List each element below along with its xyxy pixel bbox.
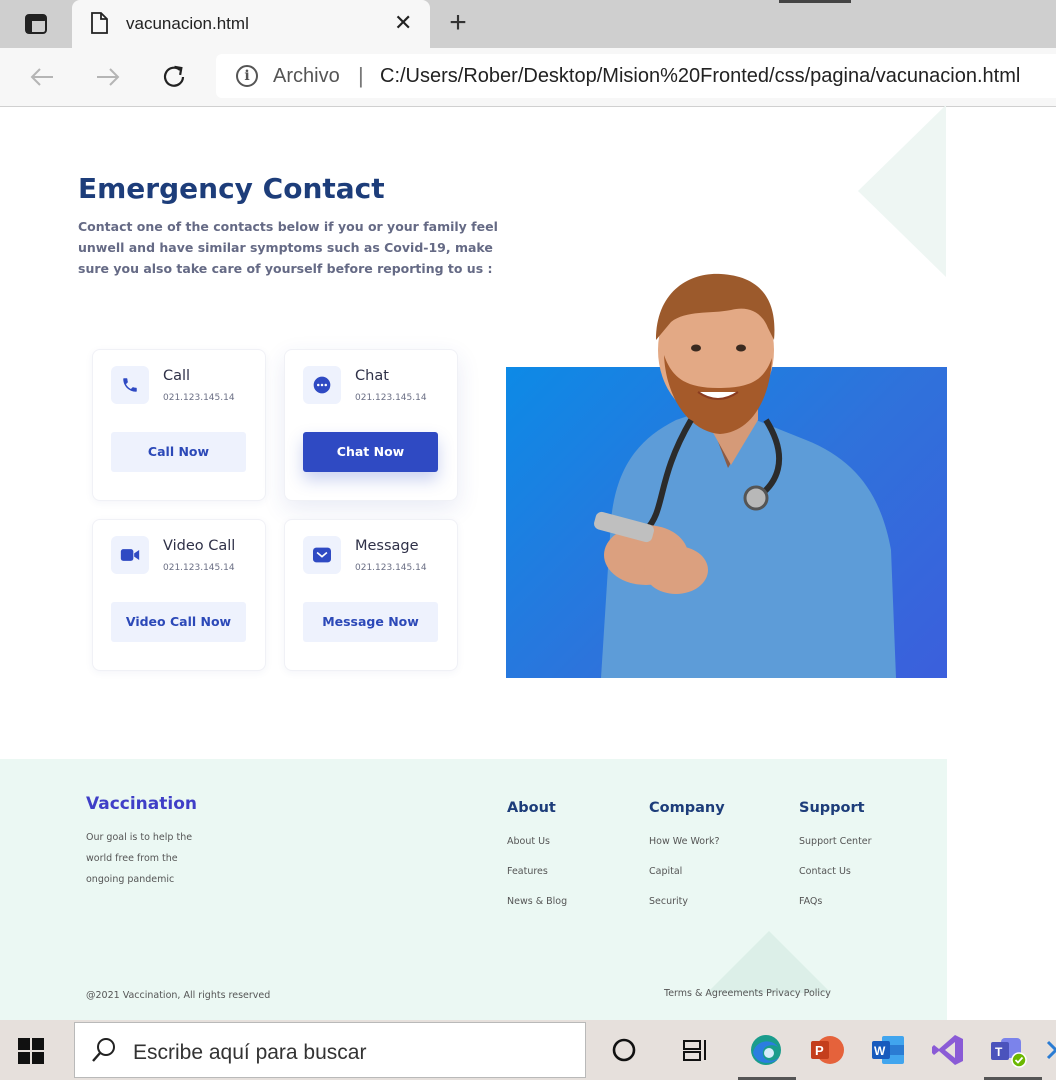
decorative-triangle — [707, 931, 831, 993]
info-icon[interactable]: i — [236, 65, 258, 87]
card-phone: 021.123.145.14 — [163, 563, 235, 573]
chat-icon — [303, 366, 341, 404]
forward-arrow-icon[interactable] — [90, 60, 126, 94]
video-icon — [111, 536, 149, 574]
browser-nav-bar: i Archivo | C:/Users/Rober/Desktop/Misio… — [0, 48, 1056, 107]
footer-link-contact-us[interactable]: Contact Us — [799, 866, 851, 877]
page-title: Emergency Contact — [78, 172, 385, 205]
tagline-line: ongoing pandemic — [86, 874, 175, 885]
browser-tab[interactable]: vacunacion.html ✕ — [72, 0, 430, 48]
chat-now-button[interactable]: Chat Now — [303, 432, 438, 472]
tab-actions-icon[interactable] — [14, 10, 58, 38]
footer-link-support-center[interactable]: Support Center — [799, 836, 872, 847]
card-title: Call — [163, 368, 191, 384]
url-text[interactable]: C:/Users/Rober/Desktop/Mision%20Fronted/… — [380, 65, 1020, 88]
card-title: Chat — [355, 368, 389, 384]
doctor-image — [594, 273, 896, 678]
card-phone: 021.123.145.14 — [355, 563, 427, 573]
tab-indicator — [779, 0, 851, 3]
footer-link-capital[interactable]: Capital — [649, 866, 682, 877]
page-description: Contact one of the contacts below if you… — [78, 219, 498, 276]
svg-text:W: W — [874, 1044, 886, 1058]
url-separator: | — [358, 63, 364, 88]
svg-text:T: T — [995, 1045, 1003, 1059]
windows-start-icon[interactable] — [18, 1038, 44, 1064]
document-icon — [90, 12, 108, 39]
contact-card-message: Message 021.123.145.14 Message Now — [284, 519, 458, 671]
svg-text:P: P — [815, 1043, 824, 1058]
legal-links[interactable]: Terms & Agreements Privacy Policy — [664, 988, 831, 999]
footer-link-news-blog[interactable]: News & Blog — [507, 896, 567, 907]
footer-brand: Vaccination — [86, 794, 197, 814]
footer-link-security[interactable]: Security — [649, 896, 688, 907]
footer-heading-about: About — [507, 800, 556, 816]
phone-icon — [111, 366, 149, 404]
tagline-line: Our goal is to help the — [86, 832, 193, 843]
taskbar: Escribe aquí para buscar P W T — [0, 1020, 1056, 1080]
teams-icon[interactable]: T — [987, 1030, 1029, 1070]
task-view-icon[interactable] — [675, 1030, 717, 1070]
new-tab-icon[interactable]: + — [444, 8, 472, 40]
call-now-button[interactable]: Call Now — [111, 432, 246, 472]
edge-icon[interactable] — [745, 1030, 787, 1070]
card-title: Message — [355, 538, 419, 554]
video-call-now-button[interactable]: Video Call Now — [111, 602, 246, 642]
decorative-triangle — [858, 105, 946, 277]
contact-card-call: Call 021.123.145.14 Call Now — [92, 349, 266, 501]
card-phone: 021.123.145.14 — [163, 393, 235, 403]
card-phone: 021.123.145.14 — [355, 393, 427, 403]
contact-card-chat: Chat 021.123.145.14 Chat Now — [284, 349, 458, 501]
footer-link-faqs[interactable]: FAQs — [799, 896, 822, 907]
card-title: Video Call — [163, 538, 236, 554]
footer-tagline: Our goal is to help the world free from … — [86, 827, 206, 890]
footer: Vaccination Our goal is to help the worl… — [0, 759, 947, 1021]
contact-card-video-call: Video Call 021.123.145.14 Video Call Now — [92, 519, 266, 671]
refresh-icon[interactable] — [156, 60, 192, 94]
url-scheme-label: Archivo — [273, 65, 340, 87]
copyright-text: @2021 Vaccination, All rights reserved — [86, 990, 271, 1001]
address-bar[interactable]: i Archivo | C:/Users/Rober/Desktop/Misio… — [216, 54, 1056, 98]
footer-heading-support: Support — [799, 800, 865, 816]
powerpoint-icon[interactable]: P — [806, 1030, 848, 1070]
word-icon[interactable]: W — [867, 1030, 909, 1070]
taskbar-search-box[interactable]: Escribe aquí para buscar — [74, 1022, 586, 1078]
footer-link-about-us[interactable]: About Us — [507, 836, 550, 847]
cortana-icon[interactable] — [603, 1030, 645, 1070]
search-icon — [91, 1037, 117, 1068]
overflow-app-icon[interactable] — [1046, 1038, 1056, 1062]
footer-link-features[interactable]: Features — [507, 866, 548, 877]
tab-title: vacunacion.html — [126, 14, 249, 33]
visual-studio-icon[interactable] — [927, 1030, 969, 1070]
close-tab-icon[interactable]: ✕ — [394, 12, 412, 34]
message-now-button[interactable]: Message Now — [303, 602, 438, 642]
tagline-line: world free from the — [86, 853, 178, 864]
back-arrow-icon[interactable] — [24, 60, 60, 94]
mail-icon — [303, 536, 341, 574]
browser-tab-bar: vacunacion.html ✕ + — [0, 0, 1056, 48]
footer-link-how-we-work[interactable]: How We Work? — [649, 836, 720, 847]
search-placeholder: Escribe aquí para buscar — [133, 1041, 367, 1064]
footer-heading-company: Company — [649, 800, 725, 816]
